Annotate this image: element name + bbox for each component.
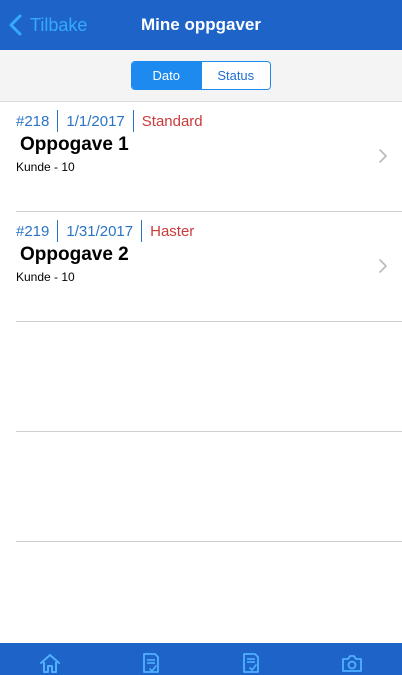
task-priority: Haster: [150, 222, 195, 240]
chevron-left-icon: [9, 14, 22, 36]
meta-divider: [132, 110, 134, 132]
meta-divider: [57, 110, 59, 132]
empty-row: [16, 432, 402, 542]
task-priority: Standard: [141, 112, 203, 130]
back-label: Tilbake: [30, 14, 88, 35]
segment-status[interactable]: Status: [200, 62, 270, 89]
document-check-icon: [243, 653, 260, 673]
task-date: 1/31/2017: [66, 222, 134, 240]
tab-tasks[interactable]: [121, 643, 181, 675]
task-meta: #218 1/1/2017 Standard: [16, 110, 203, 132]
meta-divider: [57, 220, 59, 242]
task-name: Oppogave 1: [20, 134, 129, 155]
task-meta: #219 1/31/2017 Haster: [16, 220, 194, 242]
empty-row: [16, 322, 402, 432]
tab-documents[interactable]: [221, 643, 281, 675]
task-row[interactable]: #219 1/31/2017 Haster Oppogave 2 Kunde -…: [16, 212, 402, 322]
task-id: #219: [16, 222, 50, 240]
home-icon: [40, 654, 61, 673]
task-row[interactable]: #218 1/1/2017 Standard Oppogave 1 Kunde …: [16, 102, 402, 212]
back-button[interactable]: Tilbake: [6, 0, 87, 50]
meta-divider: [141, 220, 143, 242]
sort-bar: Dato Status: [0, 50, 402, 102]
tab-camera[interactable]: [322, 643, 382, 675]
chevron-right-icon: [379, 149, 387, 163]
task-date: 1/1/2017: [66, 112, 125, 130]
chevron-right-icon: [379, 259, 387, 273]
task-customer: Kunde - 10: [16, 160, 75, 174]
task-list-check-icon: [142, 653, 159, 673]
task-customer: Kunde - 10: [16, 270, 75, 284]
segment-dato[interactable]: Dato: [132, 62, 201, 89]
task-name: Oppogave 2: [20, 244, 129, 265]
task-id: #218: [16, 112, 50, 130]
nav-bar: Tilbake Mine oppgaver: [0, 0, 402, 50]
tab-home[interactable]: [20, 643, 80, 675]
tab-bar: [0, 643, 402, 675]
task-list: #218 1/1/2017 Standard Oppogave 1 Kunde …: [0, 102, 402, 542]
sort-segmented-control: Dato Status: [131, 61, 271, 90]
camera-icon: [341, 655, 362, 672]
